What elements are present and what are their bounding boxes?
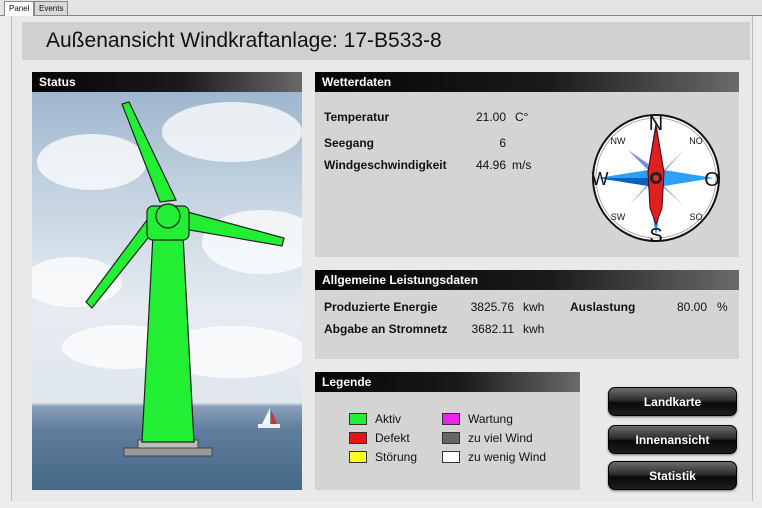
legend-swatch-defekt — [349, 432, 367, 444]
temperatur-unit: C° — [515, 110, 529, 124]
landkarte-button[interactable]: Landkarte — [608, 387, 737, 416]
wetterdaten-header: Wetterdaten — [315, 72, 739, 92]
seegang-label: Seegang — [324, 136, 375, 150]
produzierte-energie-unit: kwh — [523, 300, 545, 314]
status-header: Status — [32, 72, 302, 92]
tab-events[interactable]: Events — [34, 1, 69, 15]
compass-w: W — [592, 169, 609, 189]
leistungsdaten-header: Allgemeine Leistungsdaten — [315, 270, 739, 290]
compass-sw: SW — [611, 212, 626, 222]
legend-swatch-aktiv — [349, 413, 367, 425]
temperatur-label: Temperatur — [324, 110, 390, 124]
foundation — [123, 447, 213, 457]
statistik-button[interactable]: Statistik — [608, 461, 737, 490]
turbine-illustration — [32, 101, 302, 457]
legende-heading: Legende — [322, 375, 372, 389]
abgabe-label: Abgabe an Stromnetz — [324, 322, 448, 336]
tab-panel[interactable]: Panel — [4, 1, 35, 16]
innenansicht-button[interactable]: Innenansicht — [608, 425, 737, 454]
legend-label-defekt: Defekt — [375, 431, 410, 445]
produzierte-energie-value: 3825.76 — [470, 300, 514, 314]
legend-label-zu-viel-wind: zu viel Wind — [468, 431, 533, 445]
temperatur-value: 21.00 — [475, 110, 506, 124]
auslastung-label: Auslastung — [570, 300, 636, 314]
compass-so: SO — [689, 212, 702, 222]
abgabe-unit: kwh — [523, 322, 545, 336]
windgeschwindigkeit-value: 44.96 — [475, 158, 506, 172]
legend-label-wartung: Wartung — [468, 412, 513, 426]
legend-label-zu-wenig-wind: zu wenig Wind — [468, 450, 547, 464]
seegang-value: 6 — [499, 136, 506, 150]
legend-label-aktiv: Aktiv — [375, 412, 402, 426]
legend-label-stoerung: Störung — [375, 450, 418, 464]
compass-s: S — [649, 225, 662, 244]
windgeschwindigkeit-unit: m/s — [512, 158, 532, 172]
page-title: Außenansicht Windkraftanlage: 17-B533-8 — [46, 29, 442, 52]
compass-no: NO — [689, 136, 703, 146]
legend-swatch-zu-wenig-wind — [442, 451, 460, 463]
compass-n: N — [649, 113, 663, 135]
legend-swatch-wartung — [442, 413, 460, 425]
title-bar: Außenansicht Windkraftanlage: 17-B533-8 — [22, 22, 750, 60]
turbine-tower — [141, 215, 195, 443]
compass-o: O — [704, 169, 720, 191]
compass-nw: NW — [611, 136, 626, 146]
turbine-hub — [155, 203, 181, 229]
leistungsdaten-heading: Allgemeine Leistungsdaten — [322, 273, 479, 287]
legend-swatch-zu-viel-wind — [442, 432, 460, 444]
abgabe-value: 3682.11 — [471, 322, 515, 336]
legende-header: Legende — [315, 372, 580, 392]
windgeschwindigkeit-label: Windgeschwindigkeit — [324, 158, 447, 172]
turbine-photo — [32, 92, 302, 490]
wetterdaten-heading: Wetterdaten — [322, 75, 392, 89]
auslastung-value: 80.00 — [676, 300, 707, 314]
compass-icon: N S W O NW NO SW SO — [592, 113, 720, 244]
tab-bar: Panel Events — [0, 0, 762, 16]
produzierte-energie-label: Produzierte Energie — [324, 300, 438, 314]
sailboat — [258, 408, 280, 428]
legend-swatch-stoerung — [349, 451, 367, 463]
auslastung-unit: % — [717, 300, 728, 314]
status-heading: Status — [39, 75, 76, 89]
